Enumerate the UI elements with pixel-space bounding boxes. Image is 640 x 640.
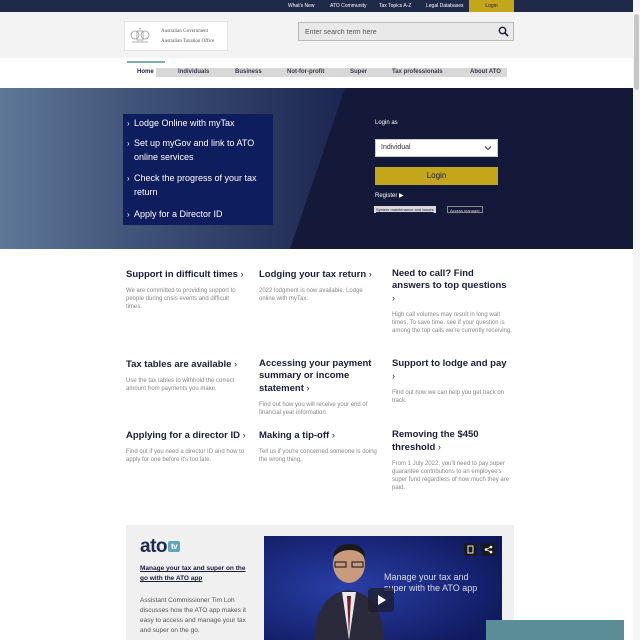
card-description: Find out how you will receive your end o… [259,402,368,416]
card-title[interactable]: Support to lodge and pay › [392,358,512,383]
video-description: Assistant Commissioner Tim Loh discusses… [140,597,246,634]
card-payment-summary[interactable]: Accessing your payment summary or income… [259,358,379,417]
arrow-right-icon: ▶ [399,193,404,199]
share-download-icon[interactable] [464,543,477,556]
hero-quick-links: › Lodge Online with myTax › Set up myGov a… [123,114,273,225]
top-login-button[interactable]: Login [469,0,514,12]
chevron-down-icon [484,146,492,151]
hero-link-progress[interactable]: › Check the progress of your tax return [127,171,270,199]
play-icon[interactable] [368,588,394,612]
feedback-tab[interactable] [486,620,624,640]
card-title[interactable]: Applying for a director ID › [126,429,246,442]
login-as-label: Login as [375,120,398,126]
video-caption: Manage your tax and super with the ATO a… [384,572,478,593]
nav-business[interactable]: Business [235,68,262,77]
share-icon[interactable] [482,543,495,556]
hero-link-mytax[interactable]: › Lodge Online with myTax [127,116,270,131]
hero-link-director-id[interactable]: › Apply for a Director ID [127,207,270,222]
card-description: Use the tax tables to withhold the corre… [126,378,235,392]
card-title[interactable]: Need to call? Find answers to top questi… [392,268,512,305]
ato-home-page: What's New ATO Community Tax Topics A-Z … [0,0,640,640]
hero-banner [0,88,640,249]
card-title[interactable]: Removing the $450 threshold › [392,429,512,454]
nav-about-ato[interactable]: About ATO [470,68,501,77]
login-type-value: Individual [381,144,411,151]
main-nav: Home Individuals Business Not-for-profit… [0,58,640,88]
card-title[interactable]: Support in difficult times › [126,268,246,281]
system-maintenance-link[interactable]: System maintenance and issues [374,206,436,213]
card-title[interactable]: Accessing your payment summary or income… [259,358,379,395]
nav-not-for-profit[interactable]: Not-for-profit [287,68,324,77]
card-description: Find out how we can help you get back on… [392,390,505,404]
login-type-select[interactable]: Individual [375,139,498,157]
card-tip-off[interactable]: Making a tip-off › Tell us if you're con… [259,429,379,464]
utility-bar: What's New ATO Community Tax Topics A-Z … [0,0,640,12]
access-manager-link[interactable]: Access manager [447,206,483,213]
card-need-to-call[interactable]: Need to call? Find answers to top questi… [392,268,512,335]
ato-tv-logo: ato tv [140,536,181,558]
logo-line-ato: Australian Taxation Office [161,39,215,44]
register-label: Register [375,193,398,199]
card-director-id[interactable]: Applying for a director ID › Find out if… [126,429,246,464]
active-tab-indicator [127,61,165,63]
utility-link-tax-topics[interactable]: Tax Topics A-Z [379,0,411,12]
video-title-link[interactable]: Manage your tax and super on the go with… [140,564,250,584]
ato-logo[interactable]: Australian Government Australian Taxatio… [124,21,228,51]
login-button[interactable]: Login [375,167,498,185]
card-support-difficult-times[interactable]: Support in difficult times › We are comm… [126,268,246,311]
card-description: 2022 lodgment is now available. Lodge on… [259,288,363,302]
scrollbar-thumb[interactable] [634,14,639,90]
card-description: We are committed to providing support to… [126,288,236,310]
coat-of-arms-icon [130,28,150,43]
nav-tax-professionals[interactable]: Tax professionals [392,68,443,77]
card-title[interactable]: Tax tables are available › [126,358,246,371]
card-title[interactable]: Making a tip-off › [259,429,379,442]
hero-link-mygov[interactable]: › Set up myGov and link to ATO online ser… [127,136,270,164]
utility-link-whats-new[interactable]: What's New [288,0,315,12]
card-description: Tell us if you're concerned someone is d… [259,449,377,463]
hero-background [0,88,345,249]
card-description: High call volumes may result in long wai… [392,312,512,334]
card-description: From 1 July 2022, you'll need to pay sup… [392,461,510,491]
card-title[interactable]: Lodging your tax return › [259,268,379,281]
utility-link-legal-databases[interactable]: Legal Databases [426,0,464,12]
card-lodging-tax-return[interactable]: Lodging your tax return › 2022 lodgment … [259,268,379,303]
card-450-threshold[interactable]: Removing the $450 threshold › From 1 Jul… [392,429,512,492]
logo-line-government: Australian Government [161,29,209,34]
nav-individuals[interactable]: Individuals [178,68,209,77]
register-link[interactable]: Register ▶ [375,192,404,199]
page-scrollbar[interactable] [633,0,640,640]
card-tax-tables[interactable]: Tax tables are available › Use the tax t… [126,358,246,393]
video-player[interactable]: Manage your tax and super with the ATO a… [264,536,502,640]
search-box [298,22,514,41]
card-description: Find out if you need a director ID and h… [126,449,245,463]
nav-home[interactable]: Home [135,68,156,77]
search-icon[interactable] [498,26,509,37]
card-support-lodge-pay[interactable]: Support to lodge and pay › Find out how … [392,358,512,405]
utility-link-ato-community[interactable]: ATO Community [330,0,367,12]
search-input[interactable] [305,26,490,38]
nav-super[interactable]: Super [350,68,367,77]
